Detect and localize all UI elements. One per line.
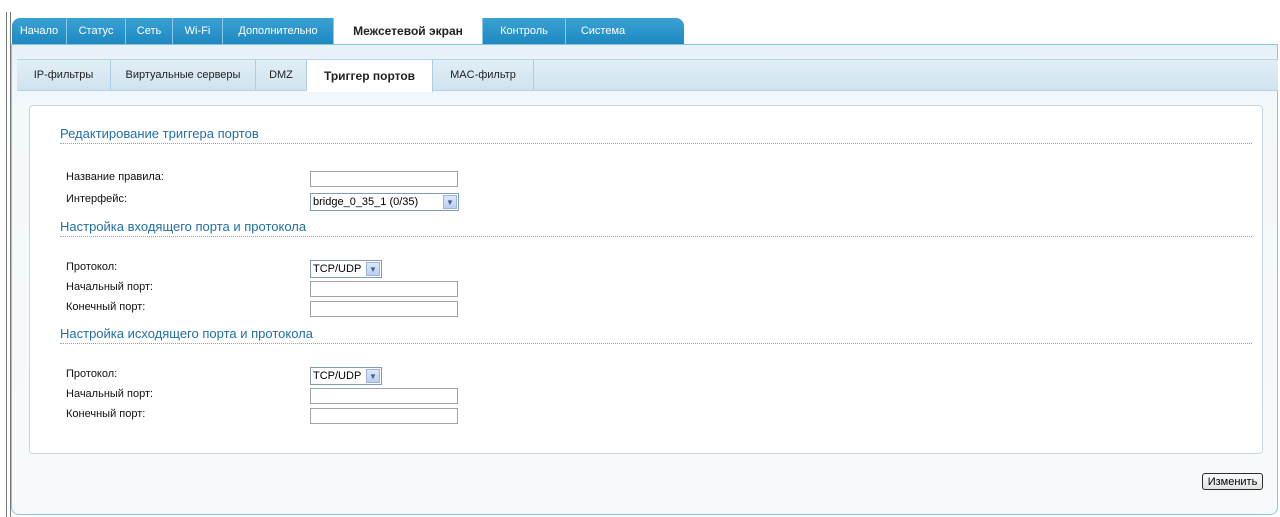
tab-wifi[interactable]: Wi-Fi <box>173 18 223 44</box>
rule-name-input[interactable] <box>310 171 458 187</box>
tab-network[interactable]: Сеть <box>126 18 173 44</box>
outgoing-protocol-label: Протокол: <box>66 368 118 380</box>
sub-nav: IP-фильтры Виртуальные серверы DMZ Тригг… <box>17 59 1278 92</box>
interface-select[interactable]: bridge_0_35_1 (0/35) ▼ <box>310 193 459 211</box>
tab-firewall[interactable]: Межсетевой экран <box>334 18 483 44</box>
incoming-start-port-label: Начальный порт: <box>66 281 154 293</box>
incoming-protocol-label: Протокол: <box>66 261 118 273</box>
tab-home[interactable]: Начало <box>12 18 67 44</box>
outgoing-protocol-select[interactable]: TCP/UDP ▼ <box>310 367 382 385</box>
subtab-ip-filters[interactable]: IP-фильтры <box>17 60 111 90</box>
outgoing-end-port-input[interactable] <box>310 408 458 424</box>
tab-system[interactable]: Система <box>566 18 640 44</box>
edit-section-title: Редактирование триггера портов <box>60 126 1252 144</box>
outgoing-section-title: Настройка исходящего порта и протокола <box>60 326 1252 344</box>
incoming-section-title: Настройка входящего порта и протокола <box>60 219 1252 237</box>
top-nav: Начало Статус Сеть Wi-Fi Дополнительно М… <box>12 18 684 44</box>
main-panel: IP-фильтры Виртуальные серверы DMZ Тригг… <box>11 44 1278 515</box>
subtab-port-trigger[interactable]: Триггер портов <box>307 60 433 92</box>
subtab-dmz[interactable]: DMZ <box>256 60 307 90</box>
chevron-down-icon[interactable]: ▼ <box>366 262 380 276</box>
incoming-protocol-select[interactable]: TCP/UDP ▼ <box>310 260 382 278</box>
outgoing-start-port-input[interactable] <box>310 388 458 404</box>
subtab-mac-filter[interactable]: MAC-фильтр <box>433 60 534 90</box>
form-container: Редактирование триггера портов Название … <box>29 105 1263 454</box>
chevron-down-icon[interactable]: ▼ <box>366 369 380 383</box>
tab-status[interactable]: Статус <box>67 18 126 44</box>
rule-name-label: Название правила: <box>66 171 164 183</box>
interface-select-value: bridge_0_35_1 (0/35) <box>313 196 419 208</box>
outgoing-protocol-value: TCP/UDP <box>313 370 362 382</box>
tab-control[interactable]: Контроль <box>483 18 566 44</box>
tab-advanced[interactable]: Дополнительно <box>223 18 334 44</box>
outgoing-end-port-label: Конечный порт: <box>66 408 146 420</box>
incoming-protocol-value: TCP/UDP <box>313 263 362 275</box>
incoming-start-port-input[interactable] <box>310 281 458 297</box>
incoming-end-port-input[interactable] <box>310 301 458 317</box>
chevron-down-icon[interactable]: ▼ <box>443 195 457 209</box>
incoming-end-port-label: Конечный порт: <box>66 301 146 313</box>
outgoing-start-port-label: Начальный порт: <box>66 388 154 400</box>
interface-label: Интерфейс: <box>66 193 127 205</box>
change-button[interactable]: Изменить <box>1202 473 1263 490</box>
subtab-virtual-servers[interactable]: Виртуальные серверы <box>111 60 256 90</box>
